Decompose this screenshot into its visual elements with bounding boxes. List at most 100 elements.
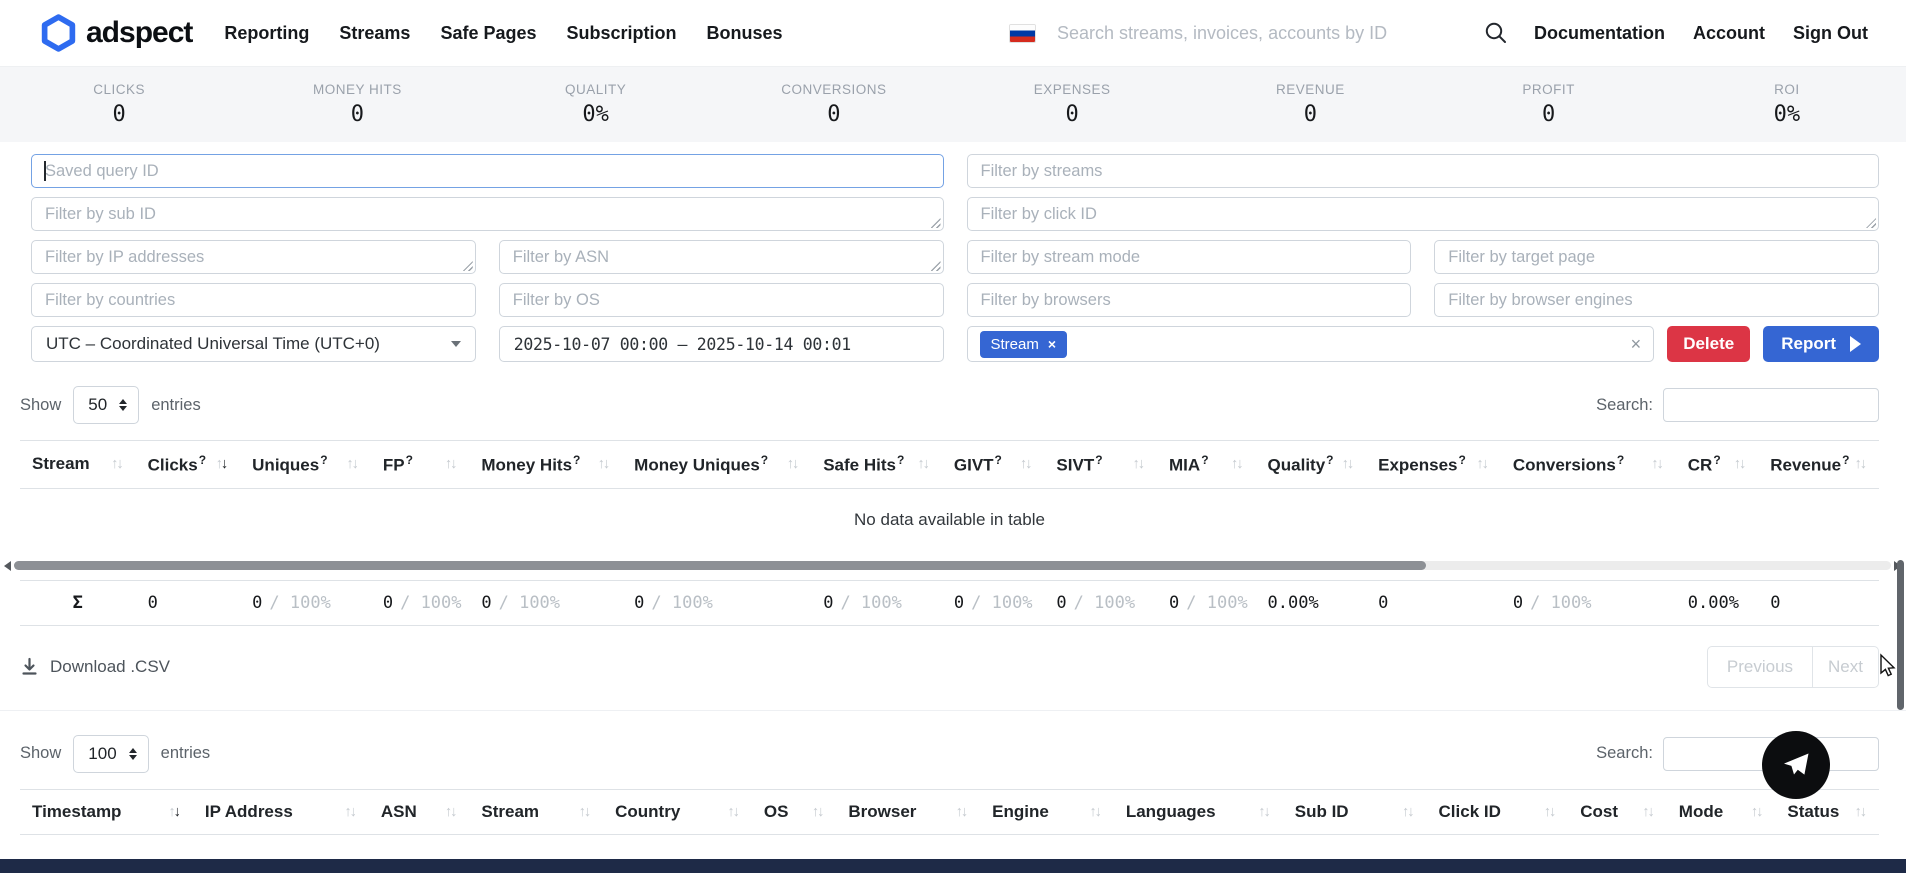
engines-filter-wrap bbox=[1434, 283, 1879, 317]
click-id-filter-input[interactable] bbox=[967, 197, 1880, 231]
sort-icon: ↑↓ bbox=[1651, 456, 1664, 472]
sort-icon: ↑↓ bbox=[787, 456, 800, 472]
asn-filter-input[interactable] bbox=[499, 240, 944, 274]
download-csv-link[interactable]: Download .CSV bbox=[20, 657, 170, 677]
nav-item-safe-pages[interactable]: Safe Pages bbox=[440, 23, 536, 44]
stats-table: Stream↑↓ Clicks?↑↓ Uniques?↑↓ FP?↑↓ Mone… bbox=[20, 440, 1879, 553]
up-down-spinner-icon bbox=[119, 399, 127, 411]
total-money-hits: 0/ 100% bbox=[469, 580, 622, 625]
saved-query-input[interactable] bbox=[31, 154, 944, 188]
nav-item-account[interactable]: Account bbox=[1693, 23, 1765, 44]
col-timestamp[interactable]: Timestamp↑↓ bbox=[20, 789, 193, 834]
col-mode[interactable]: Mode↑↓ bbox=[1667, 789, 1776, 834]
col-sivt[interactable]: SIVT?↑↓ bbox=[1044, 441, 1157, 489]
col-asn[interactable]: ASN↑↓ bbox=[369, 789, 470, 834]
nav-item-documentation[interactable]: Documentation bbox=[1534, 23, 1665, 44]
streams-filter-input[interactable] bbox=[967, 154, 1880, 188]
ip-filter-input[interactable] bbox=[31, 240, 476, 274]
scroll-left-arrow-icon[interactable] bbox=[4, 561, 11, 571]
pagination: Previous Next bbox=[1707, 646, 1879, 688]
stream-tag[interactable]: Stream × bbox=[980, 331, 1068, 358]
col-cost[interactable]: Cost↑↓ bbox=[1568, 789, 1667, 834]
nav-item-sign-out[interactable]: Sign Out bbox=[1793, 23, 1868, 44]
clicks-table: Timestamp↑↓ IP Address↑↓ ASN↑↓ Stream↑↓ … bbox=[20, 789, 1879, 835]
target-page-filter-input[interactable] bbox=[1434, 240, 1879, 274]
up-down-spinner-icon bbox=[129, 748, 137, 760]
empty-message: No data available in table bbox=[20, 488, 1879, 553]
sub-id-filter-input[interactable] bbox=[31, 197, 944, 231]
col-languages[interactable]: Languages↑↓ bbox=[1114, 789, 1283, 834]
nav-item-streams[interactable]: Streams bbox=[339, 23, 410, 44]
global-search-input[interactable] bbox=[1057, 23, 1462, 44]
logo[interactable]: adspect bbox=[40, 14, 192, 52]
countries-filter-input[interactable] bbox=[31, 283, 476, 317]
total-fp: 0/ 100% bbox=[371, 580, 470, 625]
col-os[interactable]: OS↑↓ bbox=[752, 789, 836, 834]
ip-filter-wrap bbox=[31, 240, 476, 274]
page-size-select[interactable]: 100 bbox=[73, 735, 148, 773]
page-size-select[interactable]: 50 bbox=[73, 386, 139, 424]
nav-item-bonuses[interactable]: Bonuses bbox=[707, 23, 783, 44]
stat-expenses: EXPENSES0 bbox=[953, 82, 1191, 127]
sort-icon: ↑↓ bbox=[812, 804, 825, 820]
col-uniques[interactable]: Uniques?↑↓ bbox=[240, 441, 371, 489]
logo-text: adspect bbox=[86, 16, 192, 50]
col-money-hits[interactable]: Money Hits?↑↓ bbox=[469, 441, 622, 489]
stat-revenue: REVENUE0 bbox=[1191, 82, 1429, 127]
language-flag-icon[interactable] bbox=[1010, 25, 1035, 42]
total-conversions: 0/ 100% bbox=[1501, 580, 1676, 625]
date-range-input[interactable]: 2025-10-07 00:00 – 2025-10-14 00:01 bbox=[499, 326, 944, 362]
col-cr[interactable]: CR?↑↓ bbox=[1676, 441, 1758, 489]
telegram-button[interactable] bbox=[1762, 731, 1830, 799]
stream-mode-filter-input[interactable] bbox=[967, 240, 1412, 274]
col-engine[interactable]: Engine↑↓ bbox=[980, 789, 1114, 834]
col-quality[interactable]: Quality?↑↓ bbox=[1256, 441, 1367, 489]
col-click-id[interactable]: Click ID↑↓ bbox=[1427, 789, 1569, 834]
chevron-down-icon bbox=[451, 341, 461, 347]
navbar: adspect Reporting Streams Safe Pages Sub… bbox=[0, 0, 1906, 66]
previous-button[interactable]: Previous bbox=[1707, 646, 1813, 688]
sort-icon: ↑↓ bbox=[579, 804, 592, 820]
scrollbar-track[interactable] bbox=[14, 561, 1891, 570]
sort-desc-icon: ↑↓ bbox=[216, 456, 229, 472]
browsers-filter-input[interactable] bbox=[967, 283, 1412, 317]
empty-row: No data available in table bbox=[20, 488, 1879, 553]
report-button[interactable]: Report bbox=[1763, 326, 1879, 362]
col-stream[interactable]: Stream↑↓ bbox=[20, 441, 136, 489]
col-stream[interactable]: Stream↑↓ bbox=[469, 789, 603, 834]
scrollbar-thumb[interactable] bbox=[14, 561, 1426, 570]
clear-tags-icon[interactable]: × bbox=[1631, 334, 1642, 355]
total-cr: 0.00% bbox=[1676, 580, 1758, 625]
col-country[interactable]: Country↑↓ bbox=[603, 789, 752, 834]
col-revenue[interactable]: Revenue?↑↓ bbox=[1758, 441, 1879, 489]
col-givt[interactable]: GIVT?↑↓ bbox=[942, 441, 1045, 489]
engines-filter-input[interactable] bbox=[1434, 283, 1879, 317]
sort-icon: ↑↓ bbox=[445, 456, 458, 472]
nav-item-reporting[interactable]: Reporting bbox=[224, 23, 309, 44]
horizontal-scrollbar bbox=[4, 561, 1901, 571]
search-icon[interactable] bbox=[1484, 21, 1508, 45]
col-money-uniques[interactable]: Money Uniques?↑↓ bbox=[622, 441, 811, 489]
col-expenses[interactable]: Expenses?↑↓ bbox=[1366, 441, 1501, 489]
col-conversions[interactable]: Conversions?↑↓ bbox=[1501, 441, 1676, 489]
col-mia[interactable]: MIA?↑↓ bbox=[1157, 441, 1256, 489]
nav-item-subscription[interactable]: Subscription bbox=[567, 23, 677, 44]
os-filter-input[interactable] bbox=[499, 283, 944, 317]
delete-button[interactable]: Delete bbox=[1667, 326, 1750, 362]
col-sub-id[interactable]: Sub ID↑↓ bbox=[1283, 789, 1427, 834]
timezone-select[interactable]: UTC – Coordinated Universal Time (UTC+0) bbox=[31, 326, 476, 362]
next-button[interactable]: Next bbox=[1813, 646, 1879, 688]
col-clicks[interactable]: Clicks?↑↓ bbox=[136, 441, 241, 489]
table1-search-input[interactable] bbox=[1663, 388, 1879, 422]
col-fp[interactable]: FP?↑↓ bbox=[371, 441, 470, 489]
sort-icon: ↑↓ bbox=[1855, 456, 1868, 472]
col-safe-hits[interactable]: Safe Hits?↑↓ bbox=[811, 441, 942, 489]
stream-tags-input[interactable]: Stream × × bbox=[967, 326, 1655, 362]
table1-toolbar: Show 50 entries Search: bbox=[0, 362, 1906, 440]
col-ip-address[interactable]: IP Address↑↓ bbox=[193, 789, 369, 834]
tag-remove-icon[interactable]: × bbox=[1048, 336, 1056, 352]
vertical-scrollbar-thumb[interactable] bbox=[1897, 560, 1904, 710]
sort-icon: ↑↓ bbox=[1642, 804, 1655, 820]
sort-icon: ↑↓ bbox=[1734, 456, 1747, 472]
col-browser[interactable]: Browser↑↓ bbox=[836, 789, 980, 834]
